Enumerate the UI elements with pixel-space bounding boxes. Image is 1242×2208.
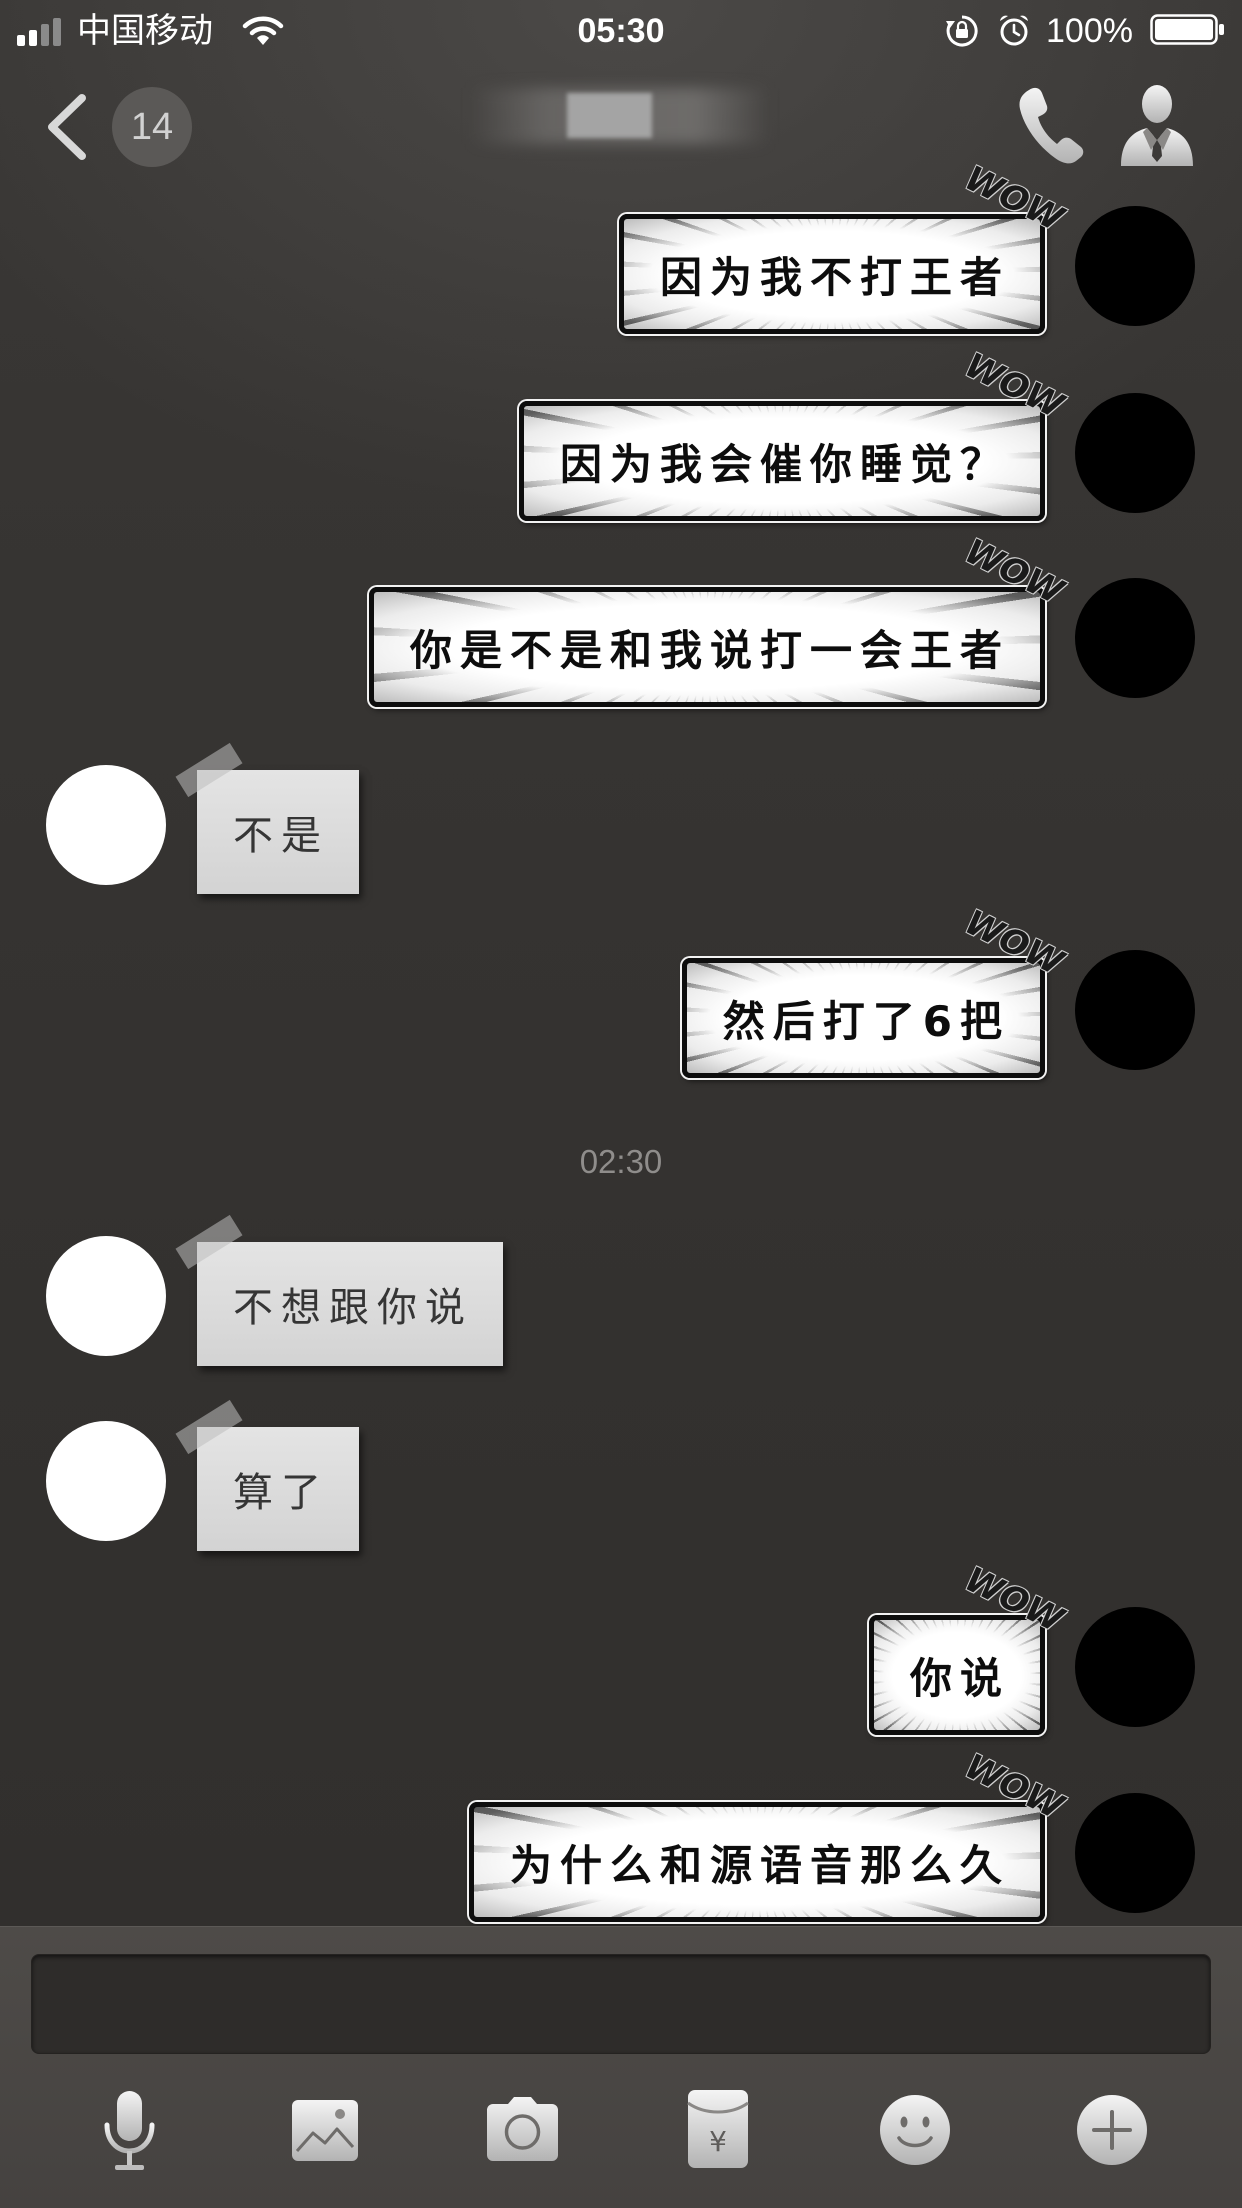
image-icon	[292, 2100, 358, 2161]
incoming-message-bubble[interactable]: 不想跟你说	[175, 1214, 503, 1366]
wow-badge: WOW	[958, 1746, 1070, 1828]
input-panel: ¥	[0, 1926, 1242, 2208]
message-text: 你是不是和我说打一会王者	[409, 625, 1010, 675]
chevron-left-icon	[48, 94, 86, 160]
wow-badge: WOW	[958, 531, 1070, 613]
back-button[interactable]	[40, 90, 96, 164]
my-avatar[interactable]	[1075, 393, 1195, 513]
phone-icon	[1019, 87, 1084, 164]
tape-decoration	[175, 742, 243, 798]
message-text: 不是	[233, 813, 329, 859]
outgoing-message-bubble[interactable]: 你是不是和我说打一会王者 WOW	[368, 531, 1070, 707]
plus-icon	[1077, 2095, 1147, 2165]
red-packet-button[interactable]: ¥	[687, 2089, 749, 2169]
battery-icon	[1150, 14, 1224, 45]
red-packet-icon: ¥	[687, 2090, 749, 2168]
tape-decoration	[175, 1214, 243, 1270]
orientation-lock-icon	[946, 15, 978, 47]
outgoing-message-bubble[interactable]: 为什么和源语音那么久 WOW	[468, 1746, 1070, 1922]
camera-icon	[487, 2097, 558, 2161]
outgoing-message-bubble[interactable]: 你说 WOW	[868, 1559, 1070, 1735]
image-button[interactable]	[291, 2099, 359, 2162]
tape-decoration	[175, 1399, 243, 1455]
emoji-button[interactable]	[879, 2094, 951, 2166]
contact-avatar[interactable]	[46, 1421, 166, 1541]
camera-button[interactable]	[486, 2096, 559, 2162]
message-text: 你说	[909, 1653, 1010, 1703]
wow-badge: WOW	[958, 345, 1070, 427]
battery-percentage: 100%	[1046, 12, 1133, 50]
my-avatar[interactable]	[1075, 578, 1195, 698]
alarm-icon	[1000, 15, 1028, 46]
message-text: 因为我不打王者	[659, 252, 1010, 302]
person-icon	[1121, 85, 1193, 166]
voice-button[interactable]	[101, 2089, 158, 2172]
blurred-title-block	[567, 93, 652, 138]
incoming-message-bubble[interactable]: 算了	[175, 1399, 359, 1551]
contact-avatar[interactable]	[46, 765, 166, 885]
contact-avatar[interactable]	[46, 1236, 166, 1356]
more-button[interactable]	[1076, 2094, 1148, 2166]
message-text: 算了	[233, 1470, 329, 1516]
my-avatar[interactable]	[1075, 1793, 1195, 1913]
my-avatar[interactable]	[1075, 950, 1195, 1070]
contact-profile-button[interactable]	[1118, 80, 1196, 166]
outgoing-message-bubble[interactable]: 因为我会催你睡觉？ WOW	[518, 345, 1070, 521]
wow-badge: WOW	[958, 1559, 1070, 1641]
message-text: 为什么和源语音那么久	[509, 1840, 1010, 1890]
chat-screen: 中国移动 05:30 100% 14 因为我不打王者 WOW 因为我会催你睡觉？…	[0, 0, 1242, 2208]
message-timestamp: 02:30	[579, 1143, 663, 1180]
my-avatar[interactable]	[1075, 1607, 1195, 1727]
my-avatar[interactable]	[1075, 206, 1195, 326]
message-input[interactable]	[31, 1954, 1211, 2054]
emoji-icon	[880, 2095, 950, 2165]
unread-count-badge[interactable]: 14	[112, 87, 192, 167]
wow-badge: WOW	[958, 158, 1070, 240]
voice-call-button[interactable]	[1015, 84, 1085, 164]
incoming-message-bubble[interactable]: 不是	[175, 742, 359, 894]
message-text: 不想跟你说	[233, 1285, 473, 1331]
outgoing-message-bubble[interactable]: 因为我不打王者 WOW	[618, 158, 1070, 334]
message-text: 然后打了6把	[722, 996, 1010, 1046]
outgoing-message-bubble[interactable]: 然后打了6把 WOW	[681, 902, 1070, 1078]
message-text: 因为我会催你睡觉？	[559, 439, 1010, 489]
red-packet-symbol: ¥	[709, 2125, 727, 2158]
microphone-icon	[104, 2091, 155, 2170]
wow-badge: WOW	[958, 902, 1070, 984]
